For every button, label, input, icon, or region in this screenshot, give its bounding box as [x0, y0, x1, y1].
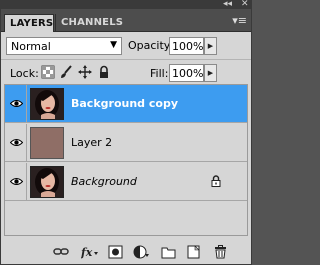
new-layer-icon[interactable] [186, 245, 201, 259]
delete-layer-icon[interactable] [213, 245, 228, 259]
lock-position-icon[interactable] [78, 65, 92, 79]
visibility-toggle[interactable] [5, 124, 27, 162]
visibility-toggle[interactable] [5, 85, 27, 123]
eye-icon [10, 178, 23, 185]
layer-name[interactable]: Background copy [71, 97, 178, 110]
visibility-toggle[interactable] [5, 163, 27, 201]
layer-style-icon[interactable]: fx [80, 245, 99, 259]
layer-thumbnail [30, 127, 64, 159]
lock-image-pixels-icon[interactable] [59, 65, 73, 79]
chevron-down-icon: ▼ [110, 40, 117, 50]
layer-thumbnail [30, 88, 64, 120]
blend-mode-value: Normal [11, 40, 51, 53]
lock-all-icon[interactable] [97, 65, 111, 79]
blend-mode-select[interactable]: Normal ▼ [6, 37, 122, 55]
lock-transparent-pixels-icon[interactable] [41, 65, 55, 79]
layer-thumbnail [30, 166, 64, 198]
layers-panel: ◂◂ ✕ LAYERS CHANNELS ▾≡ Normal ▼ Opacity… [0, 0, 252, 265]
layer-row-background[interactable]: Background [5, 163, 247, 201]
opacity-field[interactable]: 100% [169, 37, 204, 55]
layer-mask-icon[interactable] [108, 245, 123, 259]
eye-icon [10, 100, 23, 107]
opacity-slider-button[interactable]: ▶ [204, 37, 217, 55]
panel-titlebar: ◂◂ ✕ [1, 0, 251, 9]
layer-name[interactable]: Background [71, 175, 137, 188]
link-layers-icon[interactable] [53, 245, 69, 259]
panel-menu-icon[interactable]: ▾≡ [232, 15, 247, 27]
fill-label: Fill: [150, 67, 169, 80]
opacity-label: Opacity: [128, 39, 174, 52]
lock-icon [211, 175, 221, 190]
fill-field[interactable]: 100% [169, 64, 204, 82]
layers-toolbar: fx [1, 239, 251, 264]
tab-layers[interactable]: LAYERS [4, 14, 54, 32]
tab-strip: LAYERS CHANNELS ▾≡ [1, 9, 251, 32]
layer-row-background-copy[interactable]: Background copy [5, 85, 247, 123]
fill-slider-button[interactable]: ▶ [204, 64, 217, 82]
svg-text:fx: fx [81, 246, 93, 259]
new-group-icon[interactable] [161, 245, 176, 259]
lock-label: Lock: [10, 67, 39, 80]
layers-list: Background copy Layer 2 Background [4, 84, 248, 236]
divider [1, 59, 251, 60]
tab-channels[interactable]: CHANNELS [55, 14, 123, 32]
layer-name[interactable]: Layer 2 [71, 136, 112, 149]
layer-row-layer-2[interactable]: Layer 2 [5, 124, 247, 162]
eye-icon [10, 139, 23, 146]
adjustment-layer-icon[interactable] [133, 245, 149, 259]
